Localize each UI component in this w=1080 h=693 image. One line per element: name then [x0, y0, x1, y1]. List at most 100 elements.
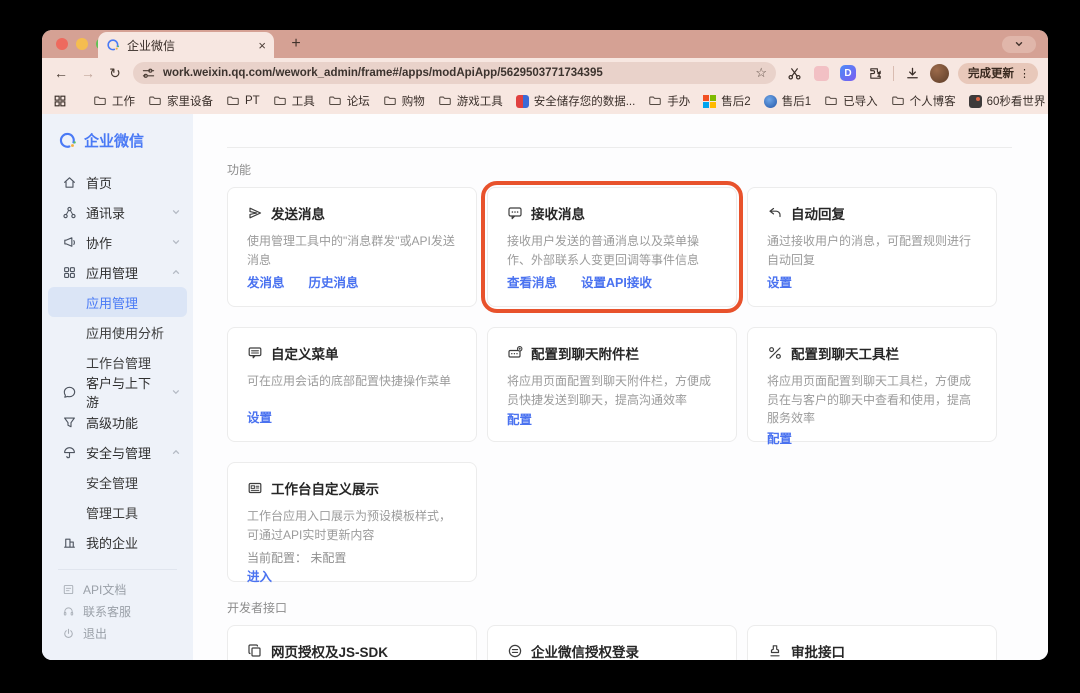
link-view-messages[interactable]: 查看消息 — [507, 272, 557, 291]
chat-bubble-icon — [62, 385, 77, 400]
sidebar-item-api-docs[interactable]: API文档 — [42, 578, 193, 600]
card-workbench-display: 工作台自定义展示 工作台应用入口展示为预设模板样式，可通过API实时更新内容 当… — [227, 462, 477, 582]
bookmark-site[interactable]: 安全储存您的数据... — [516, 93, 636, 109]
sidebar-item-my-company[interactable]: 我的企业 — [42, 527, 193, 557]
link-configure[interactable]: 配置 — [767, 428, 792, 447]
wecom-logo[interactable]: 企业微信 — [42, 127, 193, 153]
tab-close-icon[interactable]: × — [258, 38, 266, 53]
microsoft-favicon-icon — [703, 95, 716, 108]
sidebar-item-security-sub[interactable]: 安全管理 — [42, 467, 193, 497]
receive-message-icon — [507, 205, 523, 221]
card-desc: 使用管理工具中的"消息群发"或API发送消息 — [247, 232, 457, 269]
section-label-developer-api: 开发者接口 — [227, 582, 1048, 616]
link-send-message[interactable]: 发消息 — [247, 272, 285, 291]
site-favicon-icon — [764, 95, 777, 108]
apps-grid-icon[interactable] — [53, 94, 67, 108]
power-icon — [62, 627, 75, 640]
reply-icon — [767, 205, 783, 221]
update-label: 完成更新 — [968, 65, 1014, 81]
card-web-auth-jssdk: 网页授权及JS-SDK — [227, 625, 477, 660]
link-enter[interactable]: 进入 — [247, 566, 272, 585]
link-message-history[interactable]: 历史消息 — [309, 272, 359, 291]
card-receive-message: 接收消息 接收用户发送的普通消息以及菜单操作、外部联系人变更回调等事件信息 查看… — [487, 187, 737, 307]
document-icon — [62, 583, 75, 596]
browser-window: 企业微信 × + ← → ↻ work.weixin.qq.com/wework… — [42, 30, 1048, 660]
config-status: 未配置 — [310, 551, 346, 565]
bookmark-folder[interactable]: PT — [226, 94, 260, 108]
minimize-window-button[interactable] — [76, 38, 88, 50]
sidebar-item-security-management[interactable]: 安全与管理 — [42, 437, 193, 467]
bookmark-folder[interactable]: 论坛 — [328, 93, 370, 109]
back-button[interactable]: ← — [52, 65, 70, 81]
bookmark-folder[interactable]: 购物 — [383, 93, 425, 109]
bookmark-folder[interactable]: 游戏工具 — [438, 93, 503, 109]
bookmark-site[interactable]: 售后2 — [703, 93, 750, 109]
screenshot-extension-icon[interactable] — [785, 64, 803, 82]
chrome-update-button[interactable]: 完成更新 ⋮ — [958, 63, 1038, 84]
profile-avatar[interactable] — [930, 64, 949, 83]
section-label-functions: 功能 — [227, 114, 1048, 178]
address-bar[interactable]: work.weixin.qq.com/wework_admin/frame#/a… — [133, 62, 776, 84]
link-set-api-receive[interactable]: 设置API接收 — [581, 272, 652, 291]
apps-grid-icon — [62, 265, 77, 280]
link-settings[interactable]: 设置 — [247, 407, 272, 426]
sidebar-item-logout[interactable]: 退出 — [42, 622, 193, 644]
link-settings[interactable]: 设置 — [767, 272, 792, 291]
sidebar-item-advanced-features[interactable]: 高级功能 — [42, 407, 193, 437]
send-icon — [247, 205, 263, 221]
card-title: 自定义菜单 — [271, 343, 339, 363]
card-desc: 工作台应用入口展示为预设模板样式，可通过API实时更新内容 — [247, 507, 457, 544]
bookmark-folder[interactable]: 工作 — [93, 93, 135, 109]
card-custom-menu: 自定义菜单 可在应用会话的底部配置快捷操作菜单 设置 — [227, 327, 477, 442]
reload-button[interactable]: ↻ — [106, 65, 124, 82]
close-window-button[interactable] — [56, 38, 68, 50]
copy-icon — [247, 643, 263, 659]
pink-extension-icon[interactable] — [812, 64, 830, 82]
sidebar-item-app-management[interactable]: 应用管理 — [42, 257, 193, 287]
sidebar-item-admin-tools[interactable]: 管理工具 — [42, 497, 193, 527]
card-chat-toolbar: 配置到聊天工具栏 将应用页面配置到聊天工具栏，方便成员在与客户的聊天中查看和使用… — [747, 327, 997, 442]
bookmark-site[interactable]: 60秒看世界 — [969, 93, 1046, 109]
sidebar-item-home[interactable]: 首页 — [42, 167, 193, 197]
bookmark-folder[interactable]: 个人博客 — [891, 93, 956, 109]
sidebar-item-app-management-sub[interactable]: 应用管理 — [48, 287, 187, 317]
bookmark-star-icon[interactable]: ☆ — [755, 65, 767, 81]
site-settings-icon[interactable] — [142, 67, 155, 80]
blue-extension-icon[interactable]: D — [839, 64, 857, 82]
chrome-menu-icon[interactable]: ⋮ — [1019, 67, 1030, 80]
current-config-row: 当前配置： 未配置 — [247, 549, 457, 566]
card-desc: 接收用户发送的普通消息以及菜单操作、外部联系人变更回调等事件信息 — [507, 232, 717, 269]
site-favicon-icon — [516, 95, 529, 108]
bookmark-folder[interactable]: 工具 — [273, 93, 315, 109]
new-tab-button[interactable]: + — [284, 35, 308, 53]
sidebar-item-app-usage-analysis[interactable]: 应用使用分析 — [42, 317, 193, 347]
bookmark-folder[interactable]: 家里设备 — [148, 93, 213, 109]
sidebar: 企业微信 首页 通讯录 协作 应用 — [42, 114, 193, 660]
developer-cards-grid: 网页授权及JS-SDK 企业微信授权登录 审批接口 — [227, 625, 997, 660]
bookmark-folder[interactable]: 已导入 — [824, 93, 878, 109]
browser-tab[interactable]: 企业微信 × — [98, 32, 274, 58]
link-configure[interactable]: 配置 — [507, 409, 532, 428]
extensions-puzzle-icon[interactable] — [866, 64, 884, 82]
page-content: 企业微信 首页 通讯录 协作 应用 — [42, 114, 1048, 660]
bookmark-site[interactable]: 售后1 — [764, 93, 811, 109]
card-desc: 将应用页面配置到聊天附件栏，方便成员快捷发送到聊天，提高沟通效率 — [507, 372, 717, 409]
sidebar-item-contact-support[interactable]: 联系客服 — [42, 600, 193, 622]
url-text: work.weixin.qq.com/wework_admin/frame#/a… — [163, 67, 747, 79]
headset-icon — [62, 605, 75, 618]
workbench-display-icon — [247, 480, 263, 496]
sidebar-item-customers[interactable]: 客户与上下游 — [42, 377, 193, 407]
sidebar-item-contacts[interactable]: 通讯录 — [42, 197, 193, 227]
card-approval-api: 审批接口 — [747, 625, 997, 660]
forward-button[interactable]: → — [79, 65, 97, 81]
umbrella-icon — [62, 445, 77, 460]
downloads-icon[interactable] — [903, 64, 921, 82]
tab-strip: 企业微信 × + — [42, 30, 1048, 58]
tab-search-button[interactable] — [1002, 36, 1036, 53]
toolbar-icon — [767, 345, 783, 361]
card-auto-reply: 自动回复 通过接收用户的消息，可配置规则进行自动回复 设置 — [747, 187, 997, 307]
building-icon — [62, 535, 77, 550]
sidebar-item-collaboration[interactable]: 协作 — [42, 227, 193, 257]
bookmark-folder[interactable]: 手办 — [648, 93, 690, 109]
card-title: 审批接口 — [791, 641, 845, 660]
